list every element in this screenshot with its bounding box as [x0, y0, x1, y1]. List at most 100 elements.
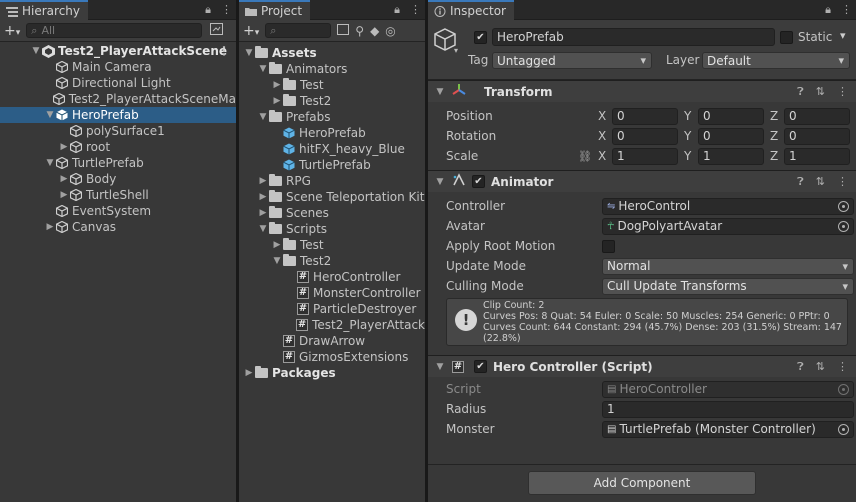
hero-controller-enabled-checkbox[interactable]: ✔	[474, 360, 487, 373]
collapse-arrow-icon[interactable]: ▼	[434, 177, 446, 187]
radius-field[interactable]: 1	[602, 400, 854, 418]
lock-icon[interactable]: 🔒︎	[394, 3, 400, 17]
expand-arrow-icon[interactable]: ▶	[271, 96, 283, 106]
project-item[interactable]: TurtlePrefab	[239, 157, 425, 173]
collapse-arrow-icon[interactable]: ▼	[434, 87, 446, 97]
project-item[interactable]: hitFX_heavy_Blue	[239, 141, 425, 157]
lock-icon[interactable]: 🔒︎	[825, 3, 831, 17]
hierarchy-item[interactable]: ▼ TurtlePrefab	[0, 155, 236, 171]
controller-field[interactable]: ⇋ HeroControl	[602, 197, 854, 215]
more-menu-icon[interactable]: ⋮	[841, 3, 852, 17]
filter-by-label-icon[interactable]: ◆	[370, 24, 379, 38]
hierarchy-item[interactable]: Main Camera	[0, 59, 236, 75]
filter-by-type-icon[interactable]: ⚲	[355, 24, 364, 38]
hidden-packages-icon[interactable]: ◎	[385, 24, 395, 38]
hierarchy-search-field[interactable]: ⌕ All	[26, 23, 203, 38]
help-icon[interactable]: ❓︎	[797, 175, 804, 189]
hierarchy-item[interactable]: Test2_PlayerAttackSceneMa	[0, 91, 236, 107]
transform-z-field[interactable]: 0	[784, 107, 850, 125]
constrain-proportions-icon[interactable]: ⛓	[578, 150, 592, 163]
project-item[interactable]: ▼ Scripts	[239, 221, 425, 237]
hierarchy-item[interactable]: ▶ root	[0, 139, 236, 155]
root-motion-checkbox[interactable]	[602, 239, 615, 253]
expand-arrow-icon[interactable]: ▼	[30, 46, 42, 56]
project-item[interactable]: HeroPrefab	[239, 125, 425, 141]
object-picker-icon[interactable]	[838, 200, 849, 212]
culling-mode-dropdown[interactable]: Cull Update Transforms	[602, 277, 854, 295]
transform-x-field[interactable]: 0	[612, 127, 678, 145]
tab-inspector[interactable]: Inspector	[428, 0, 514, 20]
project-item[interactable]: ▶ Test	[239, 237, 425, 253]
add-asset-button[interactable]: +▾	[243, 23, 259, 39]
transform-y-field[interactable]: 0	[698, 127, 764, 145]
expand-arrow-icon[interactable]: ▶	[44, 222, 56, 232]
animator-enabled-checkbox[interactable]: ✔	[472, 175, 485, 188]
transform-z-field[interactable]: 1	[784, 147, 850, 165]
active-checkbox[interactable]: ✔	[474, 31, 487, 44]
collapse-arrow-icon[interactable]: ▼	[257, 64, 269, 74]
hierarchy-item[interactable]: ▼ HeroPrefab	[0, 107, 236, 123]
collapse-arrow-icon[interactable]: ▼	[44, 158, 56, 168]
transform-x-field[interactable]: 0	[612, 107, 678, 125]
hierarchy-item[interactable]: ▶ Canvas	[0, 219, 236, 235]
avatar-field[interactable]: ☥ DogPolyartAvatar	[602, 217, 854, 235]
hero-controller-header[interactable]: ▼ # ✔ Hero Controller (Script) ❓︎ ⇅ ⋮	[428, 355, 856, 377]
project-item[interactable]: ▶ Scene Teleportation Kit	[239, 189, 425, 205]
add-create-button[interactable]: +▾	[4, 23, 20, 39]
tab-project[interactable]: Project	[239, 0, 311, 20]
collapse-arrow-icon[interactable]: ▼	[257, 112, 269, 122]
collapse-arrow-icon[interactable]: ▼	[257, 224, 269, 234]
project-item[interactable]: ▶ RPG	[239, 173, 425, 189]
expand-arrow-icon[interactable]: ▶	[58, 174, 70, 184]
component-menu-icon[interactable]: ⋮	[837, 175, 848, 189]
object-picker-icon[interactable]	[838, 423, 849, 435]
project-item[interactable]: ▼ Test2	[239, 253, 425, 269]
project-item[interactable]: ▶ Test2	[239, 93, 425, 109]
search-by-type-icon[interactable]	[337, 23, 350, 38]
hierarchy-item[interactable]: Directional Light	[0, 75, 236, 91]
project-item[interactable]: ▶ Test	[239, 77, 425, 93]
object-name-field[interactable]: HeroPrefab	[492, 28, 775, 46]
static-dropdown-icon[interactable]: ▾	[840, 29, 846, 42]
more-menu-icon[interactable]: ⋮	[221, 3, 232, 17]
help-icon[interactable]: ❓︎	[797, 85, 804, 99]
transform-y-field[interactable]: 1	[698, 147, 764, 165]
add-component-button[interactable]: Add Component	[528, 471, 756, 495]
transform-z-field[interactable]: 0	[784, 127, 850, 145]
project-item[interactable]: # DrawArrow	[239, 333, 425, 349]
help-icon[interactable]: ❓︎	[797, 360, 804, 374]
expand-arrow-icon[interactable]: ▶	[257, 176, 269, 186]
presets-icon[interactable]: ⇅	[816, 175, 825, 189]
collapse-arrow-icon[interactable]: ▼	[271, 256, 283, 266]
hierarchy-item[interactable]: EventSystem	[0, 203, 236, 219]
project-search-field[interactable]: ⌕	[265, 23, 332, 38]
expand-arrow-icon[interactable]: ▶	[243, 368, 255, 378]
scene-menu-icon[interactable]: ⋮	[218, 44, 230, 58]
project-item[interactable]: # HeroController	[239, 269, 425, 285]
layer-dropdown[interactable]: Default	[702, 52, 850, 69]
object-picker-icon[interactable]	[838, 220, 849, 232]
expand-arrow-icon[interactable]: ▶	[271, 240, 283, 250]
static-checkbox[interactable]	[780, 31, 793, 44]
project-item[interactable]: ▼ Animators	[239, 61, 425, 77]
project-item[interactable]: ▼ Assets	[239, 45, 425, 61]
presets-icon[interactable]: ⇅	[816, 360, 825, 374]
collapse-arrow-icon[interactable]: ▼	[243, 48, 255, 58]
expand-arrow-icon[interactable]: ▶	[58, 142, 70, 152]
expand-arrow-icon[interactable]: ▶	[58, 190, 70, 200]
expand-arrow-icon[interactable]: ▶	[257, 192, 269, 202]
project-item[interactable]: # GizmosExtensions	[239, 349, 425, 365]
hierarchy-item[interactable]: ▶ TurtleShell	[0, 187, 236, 203]
expand-arrow-icon[interactable]: ▶	[257, 208, 269, 218]
expand-arrow-icon[interactable]: ▶	[271, 80, 283, 90]
component-menu-icon[interactable]: ⋮	[837, 85, 848, 99]
component-menu-icon[interactable]: ⋮	[837, 360, 848, 374]
search-by-type-icon[interactable]	[210, 22, 224, 39]
project-item[interactable]: # Test2_PlayerAttack	[239, 317, 425, 333]
collapse-arrow-icon[interactable]: ▼	[434, 362, 446, 372]
transform-header[interactable]: ▼ Transform ❓︎ ⇅ ⋮	[428, 80, 856, 102]
project-item[interactable]: ▶ Packages	[239, 365, 425, 381]
transform-y-field[interactable]: 0	[698, 107, 764, 125]
project-item[interactable]: # MonsterController	[239, 285, 425, 301]
tab-hierarchy[interactable]: Hierarchy	[0, 0, 89, 20]
